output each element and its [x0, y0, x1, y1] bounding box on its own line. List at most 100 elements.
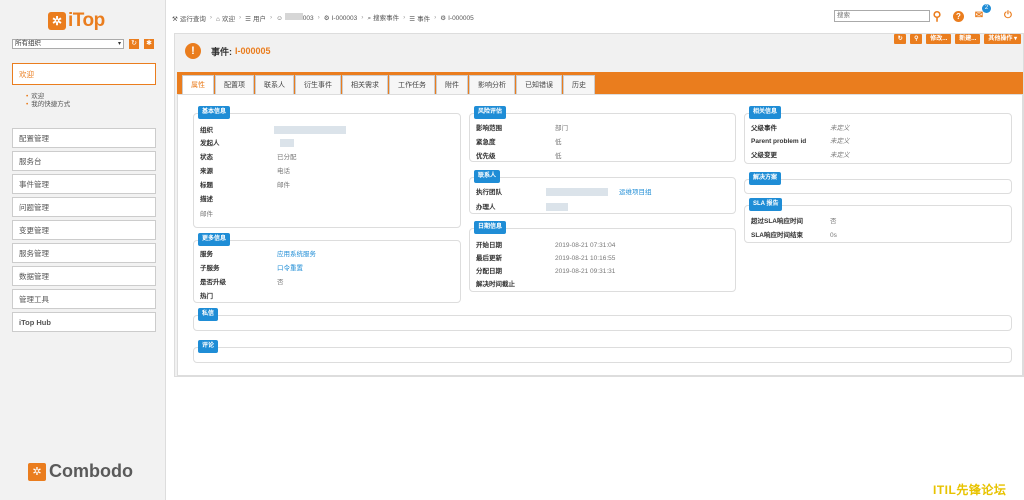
search-icon: ⚲	[914, 36, 919, 42]
menu-welcome[interactable]: 欢迎	[12, 63, 156, 85]
redacted-value	[274, 126, 346, 134]
refresh-button[interactable]: ↻	[894, 34, 907, 44]
breadcrumb-item[interactable]: ☰ 用户	[245, 13, 266, 23]
search-button[interactable]: ⚲	[910, 34, 923, 44]
tab-related-requests[interactable]: 相关需求	[342, 75, 388, 94]
more-info-title: 更多信息	[198, 233, 231, 246]
menu-item-admin[interactable]: 管理工具	[12, 289, 156, 309]
submenu-item-shortcuts[interactable]: • 我的快捷方式	[26, 101, 156, 109]
org-filter: 所有组织 ▾ ↻ ✱	[12, 39, 154, 49]
field-parent-incident: 父级事件 未定义	[751, 125, 850, 132]
breadcrumb-item[interactable]: ⌕ 搜索事件	[367, 12, 399, 23]
modify-button[interactable]: 修改...	[926, 34, 952, 44]
gear-icon: ⚙	[323, 14, 330, 22]
field-agent: 办理人	[476, 204, 496, 211]
org-select-value: 所有组织	[15, 40, 41, 47]
tab-work-orders[interactable]: 工作任务	[389, 75, 435, 94]
breadcrumb-item[interactable]: ☰ 事件	[409, 13, 430, 23]
sla-panel: SLA 报告 超过SLA响应时间否 SLA响应时间结束 0s	[744, 198, 1012, 243]
field-subservice: 子服务 口令重置	[200, 265, 303, 272]
breadcrumb-item[interactable]: ⚒ 运行查询	[172, 13, 206, 23]
tab-known-errors[interactable]: 已知错误	[516, 75, 562, 94]
itop-logo-text: iTop	[68, 10, 105, 31]
menu-item-itop-hub[interactable]: iTop Hub	[12, 312, 156, 332]
tab-history[interactable]: 历史	[563, 75, 595, 94]
description-text: 邮件	[200, 211, 213, 218]
global-search-input[interactable]: 搜索	[834, 10, 930, 22]
breadcrumb-item[interactable]: ⚙ I-000005	[440, 14, 474, 22]
incident-icon: !	[185, 43, 201, 59]
refresh-org-button[interactable]: ↻	[129, 39, 139, 49]
field-impact: 影响范围 部门	[476, 125, 568, 132]
related-title: 相关信息	[749, 106, 782, 119]
breadcrumb-item[interactable]: ☺ 003	[276, 13, 314, 22]
menu-item-problem[interactable]: 问题管理	[12, 197, 156, 217]
field-title: 标题 邮件	[200, 182, 290, 189]
risk-title: 风险评估	[474, 106, 507, 119]
comments-panel: 评论	[193, 340, 1012, 363]
comments-title: 评论	[198, 340, 219, 353]
new-button[interactable]: 新建...	[955, 34, 981, 44]
menu-item-servicedesk[interactable]: 服务台	[12, 151, 156, 171]
object-toolbar: ↻ ⚲ 修改... 新建... 其他操作 ▾	[890, 34, 1021, 44]
list-icon: ☰	[245, 15, 251, 23]
search-icon[interactable]: ⚲	[930, 9, 944, 23]
org-shortcut-button[interactable]: ✱	[144, 39, 154, 49]
sidebar: ✲ iTop 所有组织 ▾ ↻ ✱ 欢迎 • 欢迎 • 我的快捷方式 配置管理 服务…	[0, 0, 166, 500]
breadcrumb-item[interactable]: ⌂ 欢迎	[216, 13, 235, 23]
field-sla-tto-over: SLA响应时间结束 0s	[751, 232, 837, 239]
redacted-value	[546, 203, 568, 211]
refresh-icon: ↻	[897, 36, 903, 42]
notification-badge: 2	[982, 4, 991, 13]
org-select[interactable]: 所有组织 ▾	[12, 39, 124, 49]
tab-properties[interactable]: 属性	[182, 75, 214, 94]
submenu-item-welcome[interactable]: • 欢迎	[26, 93, 156, 101]
field-service: 服务 应用系统服务	[200, 251, 316, 258]
breadcrumb: ⚒ 运行查询 › ⌂ 欢迎 › ☰ 用户 › ☺ 003 › ⚙ I-000003 › ⌕…	[172, 12, 474, 23]
tab-contacts[interactable]: 联系人	[255, 75, 294, 94]
gear-icon: ⚙	[440, 14, 447, 22]
help-icon[interactable]: ?	[953, 11, 964, 22]
breadcrumb-item[interactable]: ⚙ I-000003	[324, 14, 358, 22]
refresh-icon: ↻	[131, 40, 137, 47]
field-sla-tto-passed: 超过SLA响应时间否	[751, 218, 837, 225]
solution-title: 解决方案	[749, 172, 782, 185]
list-icon: ☰	[409, 15, 416, 23]
page-title: ! 事件: I-000005	[185, 43, 271, 59]
risk-panel: 风险评估 影响范围 部门 紧急度低 优先级低	[469, 106, 736, 162]
field-caller: 发起人	[200, 140, 220, 147]
chevron-right-icon: ›	[317, 14, 320, 21]
contacts-panel: 联系人 执行团队 运维项目组 办理人	[469, 170, 736, 214]
field-status: 状态 已分配	[200, 154, 297, 161]
menu-item-change[interactable]: 变更管理	[12, 220, 156, 240]
chevron-right-icon: ›	[361, 14, 364, 21]
field-description: 描述	[200, 196, 213, 203]
tab-cis[interactable]: 配置项	[215, 75, 254, 94]
menu-item-config[interactable]: 配置管理	[12, 128, 156, 148]
menu-item-incident[interactable]: 事件管理	[12, 174, 156, 194]
more-info-panel: 更多信息 服务 应用系统服务 子服务 口令重置 是否升级否 热门	[193, 233, 461, 303]
tab-attachments[interactable]: 附件	[436, 75, 468, 94]
main-panel: ↻ ⚲ 修改... 新建... 其他操作 ▾ ! 事件: I-000005 属性…	[174, 33, 1024, 377]
related-panel: 相关信息 父级事件 未定义 Parent problem id 未定义 父级变更 未定…	[744, 106, 1012, 164]
basic-info-panel: 基本信息 组织 发起人 状态 已分配 来源 电话 标题 邮件 描述 邮件	[193, 106, 461, 228]
field-last-update: 最后更新 2019-08-21 10:16:55	[476, 255, 616, 262]
combodo-logo[interactable]: ✲ Combodo	[28, 461, 133, 482]
bullet-icon: •	[26, 93, 29, 100]
chevron-right-icon: ›	[269, 14, 273, 21]
itop-logo[interactable]: ✲ iTop	[48, 10, 105, 32]
tab-impact-analysis[interactable]: 影响分析	[469, 75, 515, 94]
other-actions-button[interactable]: 其他操作 ▾	[984, 34, 1021, 44]
wrench-icon: ⚒	[172, 15, 178, 23]
tab-bar: 属性 配置项 联系人 衍生事件 相关需求 工作任务 附件 影响分析 已知错误 历…	[177, 72, 1023, 94]
field-parent-change: 父级变更 未定义	[751, 152, 850, 159]
menu-item-data[interactable]: 数据管理	[12, 266, 156, 286]
chevron-down-icon: ▾	[117, 41, 121, 47]
main-menu: 欢迎 • 欢迎 • 我的快捷方式 配置管理 服务台 事件管理 问题管理 变更管理 服…	[12, 63, 156, 332]
power-icon[interactable]: ⏻	[1001, 9, 1015, 23]
combodo-logo-text: Combodo	[49, 461, 133, 481]
menu-item-service[interactable]: 服务管理	[12, 243, 156, 263]
private-log-panel: 私信	[193, 308, 1012, 331]
tab-child-incidents[interactable]: 衍生事件	[295, 75, 341, 94]
search-icon: ⌕	[367, 15, 372, 22]
